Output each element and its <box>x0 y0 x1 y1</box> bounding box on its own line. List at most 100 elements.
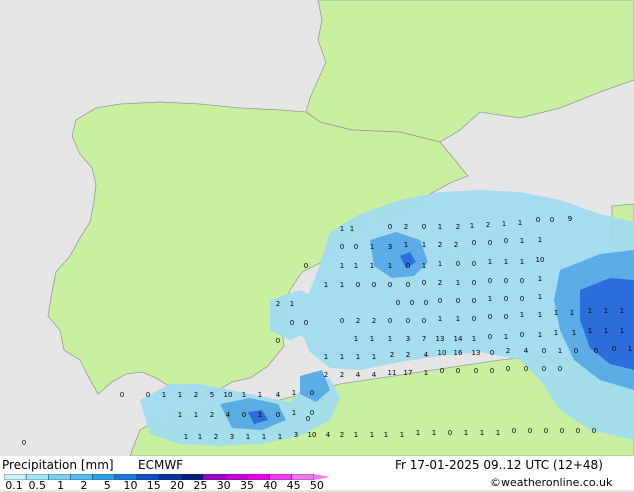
precip-value-label: 0 <box>536 216 540 224</box>
precip-value-label: 1 <box>198 433 202 441</box>
precip-value-label: 0 <box>440 367 444 375</box>
precip-value-label: 0 <box>422 279 426 287</box>
precip-value-label: 1 <box>354 335 358 343</box>
precip-value-label: 2 <box>324 371 328 379</box>
precip-value-label: 3 <box>388 243 392 251</box>
precip-value-label: 0 <box>448 429 452 437</box>
credit-label: ©weatheronline.co.uk <box>490 476 613 489</box>
precip-value-label: 10 <box>224 391 233 399</box>
precip-value-label: 1 <box>554 329 558 337</box>
precip-value-label: 1 <box>242 391 246 399</box>
precip-value-label: 1 <box>258 391 262 399</box>
precip-value-label: 1 <box>480 429 484 437</box>
colorbar-tick-label: 0.1 <box>5 479 23 492</box>
colorbar-tick-label: 50 <box>309 479 324 492</box>
precip-value-label: 0 <box>304 319 308 327</box>
precip-value-label: 0 <box>356 281 360 289</box>
model-label: ECMWF <box>138 458 184 472</box>
precip-value-label: 0 <box>576 427 580 435</box>
precip-value-label: 3 <box>230 433 234 441</box>
precip-value-label: 2 <box>438 241 442 249</box>
precip-value-label: 3 <box>406 335 410 343</box>
precip-value-label: 0 <box>456 260 460 268</box>
precip-value-label: 0 <box>488 239 492 247</box>
colorbar-tick-label: 25 <box>193 479 208 492</box>
zero-marker: 0 <box>304 262 308 270</box>
precip-value-label: 2 <box>214 433 218 441</box>
precip-value-label: 1 <box>520 258 524 266</box>
precip-value-label: 0 <box>558 365 562 373</box>
precip-value-label: 0 <box>488 313 492 321</box>
precip-value-label: 0 <box>290 319 294 327</box>
precip-value-label: 0 <box>472 315 476 323</box>
precip-value-label: 0 <box>512 427 516 435</box>
precip-value-label: 0 <box>472 239 476 247</box>
precip-value-label: 1 <box>588 307 592 315</box>
precipitation-map: 1 1 0 2 0 1 2 1 2 1 1 0 0 90 0 1 3 1 1 2 2 0 0 0 1 11 1 1 1 0 1 1 0 0 1 1 1 1… <box>0 0 634 456</box>
precip-value-label: 2 <box>404 223 408 231</box>
precip-value-label: 1 <box>246 433 250 441</box>
precip-value-label: 4 <box>276 391 281 399</box>
precip-value-label: 1 <box>504 258 508 266</box>
precip-value-label: 1 <box>404 241 408 249</box>
precip-value-label: 1 <box>290 300 294 308</box>
precip-value-label: 1 <box>604 327 608 335</box>
precip-value-label: 0 <box>354 243 358 251</box>
colorbar-tick-label: 1 <box>57 479 65 492</box>
precip-value-label: 0 <box>474 367 478 375</box>
precip-value-label: 0 <box>504 277 508 285</box>
precip-value-label: 0 <box>456 367 460 375</box>
precip-value-label: 0 <box>372 281 376 289</box>
precip-value-label: 4 <box>326 431 331 439</box>
precip-value-label: 1 <box>162 391 166 399</box>
precip-value-label: 1 <box>518 219 522 227</box>
precip-value-label: 0 <box>574 347 578 355</box>
colorbar-tick-label: 2 <box>80 479 88 492</box>
precip-value-label: 0 <box>488 277 492 285</box>
precip-value-label: 1 <box>488 258 492 266</box>
precip-value-label: 1 <box>456 315 460 323</box>
precip-value-label: 1 <box>456 279 460 287</box>
precip-value-label: 0 <box>542 347 546 355</box>
precip-value-label: 0 <box>594 347 598 355</box>
zero-marker: 0 <box>276 337 280 345</box>
precip-value-label: 5 <box>210 391 214 399</box>
precip-value-label: 1 <box>370 243 374 251</box>
precip-value-label: 0 <box>396 299 400 307</box>
precip-value-label: 0 <box>146 391 150 399</box>
precip-value-label: 1 <box>538 331 542 339</box>
precip-value-label: 0 <box>406 281 410 289</box>
precip-value-label: 7 <box>422 335 426 343</box>
precip-value-label: 0 <box>242 411 246 419</box>
colorbar-tick-label: 5 <box>103 479 111 492</box>
precip-value-label: 0 <box>612 345 616 353</box>
title-label: Precipitation [mm] <box>2 458 114 472</box>
precip-value-label: 0 <box>456 297 460 305</box>
precip-value-label: 0 <box>388 317 392 325</box>
precip-value-label: 0 <box>504 313 508 321</box>
precip-value-label: 0 <box>544 427 548 435</box>
precip-value-label: 1 <box>438 223 442 231</box>
precip-value-label: 0 <box>472 260 476 268</box>
precip-value-label: 2 <box>210 411 214 419</box>
precip-value-label: 4 <box>356 371 361 379</box>
precip-value-label: 0 <box>424 299 428 307</box>
precip-value-label: 0 <box>550 216 554 224</box>
precip-value-label: 1 <box>504 333 508 341</box>
precip-value-label: 0 <box>406 317 410 325</box>
colorbar-tick-label: 20 <box>170 479 185 492</box>
precip-value-label: 17 <box>404 369 413 377</box>
precip-value-label: 2 <box>456 223 460 231</box>
precip-value-label: 0 <box>310 389 314 397</box>
precip-value-label: 0 <box>340 243 344 251</box>
precip-value-label: 1 <box>422 241 426 249</box>
precip-value-label: 1 <box>488 295 492 303</box>
precip-value-label: 4 <box>424 351 429 359</box>
precip-value-label: 1 <box>520 237 524 245</box>
precip-value-label: 0 <box>490 349 494 357</box>
zero-marker: 0 <box>120 391 124 399</box>
precip-value-label: 0 <box>340 317 344 325</box>
precip-value-label: 0 <box>388 223 392 231</box>
precip-value-label: 0 <box>524 365 528 373</box>
precip-value-label: 1 <box>520 311 524 319</box>
